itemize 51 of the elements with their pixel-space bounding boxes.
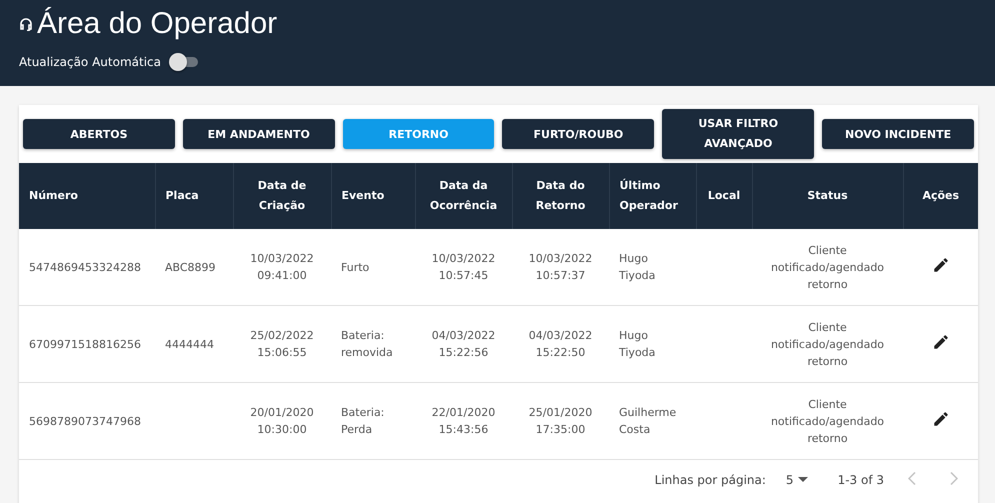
column-header[interactable]: Data do Retorno	[512, 163, 609, 229]
table-cell: 22/01/2020 15:43:56	[432, 406, 496, 436]
rows-per-page-label: Linhas por página:	[654, 473, 766, 487]
table-cell: 04/03/2022 15:22:50	[528, 329, 592, 359]
tab[interactable]: ABERTOS	[23, 119, 175, 149]
auto-refresh-label: Atualização Automática	[19, 55, 161, 69]
column-header[interactable]: Data de Criação	[233, 163, 331, 229]
column-header[interactable]: Local	[696, 163, 752, 229]
edit-icon[interactable]	[932, 332, 950, 350]
table-cell: 10/03/2022 09:41:00	[250, 252, 314, 282]
table-cell: ABC8899	[165, 260, 216, 274]
table-cell: Cliente notificado/agendado retorno	[770, 320, 884, 368]
table-cell: 5698789073747968	[29, 414, 141, 428]
table-cell: Bateria: Perda	[341, 406, 384, 436]
table-cell: 10/03/2022 10:57:45	[432, 252, 496, 282]
table-cell: Hugo Tiyoda	[619, 252, 656, 282]
chevron-right-icon	[950, 472, 958, 485]
edit-icon[interactable]	[932, 410, 950, 428]
table-cell: Furto	[341, 260, 370, 274]
column-header[interactable]: Último Operador	[609, 163, 696, 229]
table-cell: Guilherme Costa	[619, 406, 676, 436]
dropdown-caret-icon	[798, 477, 808, 483]
table-cell: 5474869453324288	[29, 260, 141, 274]
headset-icon	[19, 17, 33, 31]
column-header[interactable]: Placa	[155, 163, 233, 229]
table-cell: Cliente notificado/agendado retorno	[770, 398, 884, 444]
table-cell: 10/03/2022 10:57:37	[528, 252, 592, 282]
column-header[interactable]: Data da Ocorrência	[415, 163, 512, 229]
page-title: Área do Operador	[37, 7, 278, 41]
table-cell: 25/01/2020 17:35:00	[528, 406, 592, 436]
tab[interactable]: NOVO INCIDENTE	[822, 119, 974, 149]
tab[interactable]: USAR FILTRO AVANÇADO	[662, 109, 814, 159]
page-range: 1-3 of 3	[838, 473, 884, 487]
column-header[interactable]: Número	[19, 163, 155, 229]
table-cell: Cliente notificado/agendado retorno	[770, 244, 884, 290]
table-cell: 04/03/2022 15:22:56	[432, 329, 496, 359]
column-header[interactable]: Evento	[331, 163, 415, 229]
table-cell: 20/01/2020 10:30:00	[250, 406, 314, 436]
auto-refresh-switch[interactable]	[168, 52, 199, 72]
tab[interactable]: EM ANDAMENTO	[182, 119, 335, 149]
table-cell: 4444444	[165, 338, 214, 350]
table-cell: Hugo Tiyoda	[619, 329, 656, 359]
table-cell: 25/02/2022 15:06:55	[250, 329, 314, 359]
table-cell: 6709971518816256	[29, 338, 141, 350]
rows-per-page-select[interactable]: 5	[786, 473, 808, 487]
column-header[interactable]: Ações	[903, 163, 978, 229]
edit-icon[interactable]	[932, 256, 950, 274]
chevron-left-icon	[908, 472, 916, 485]
table-cell: Bateria: removida	[341, 329, 393, 359]
tab[interactable]: FURTO/ROUBO	[502, 119, 654, 149]
column-header[interactable]: Status	[752, 163, 903, 229]
